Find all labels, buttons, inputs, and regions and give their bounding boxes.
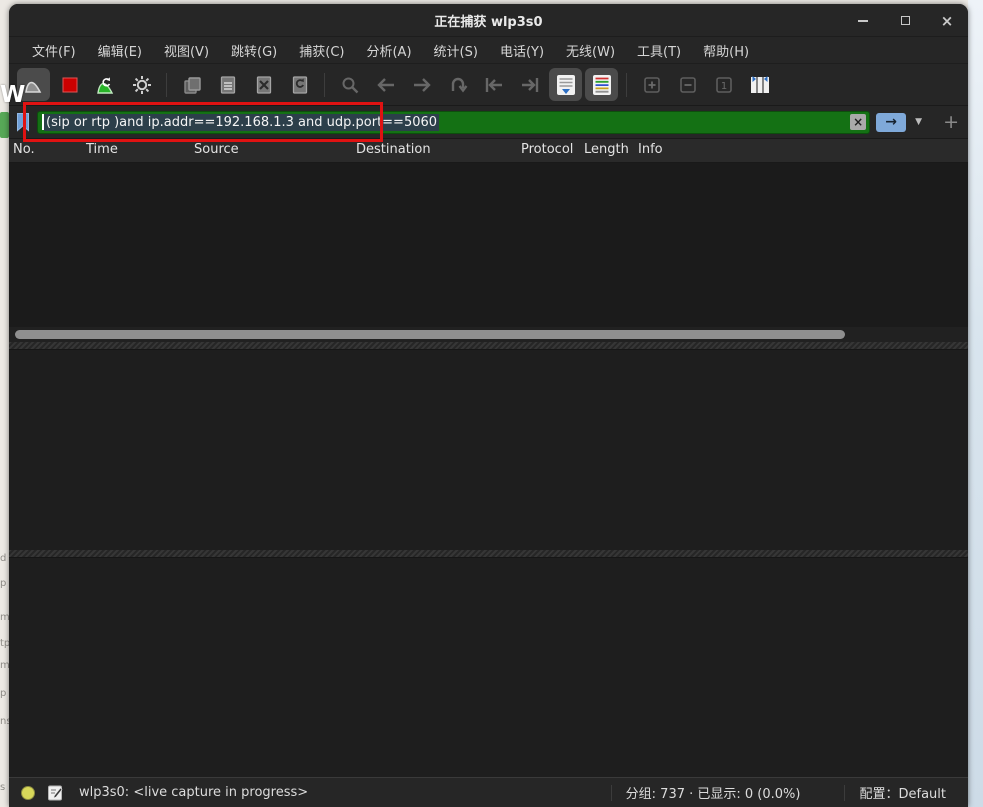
menu-wireless[interactable]: 无线(W) [557, 39, 624, 62]
add-filter-button[interactable]: + [943, 113, 959, 132]
menu-help[interactable]: 帮助(H) [694, 39, 758, 62]
menu-statistics[interactable]: 统计(S) [425, 39, 487, 62]
resize-columns-icon[interactable] [743, 68, 776, 101]
reload-file-icon[interactable] [283, 68, 316, 101]
column-no[interactable]: No. [13, 142, 35, 157]
wireshark-window: 正在捕获 wlp3s0 × 文件(F) 编辑(E) 视图(V) 跳转(G) 捕获… [9, 4, 968, 807]
expert-info-icon[interactable] [21, 786, 35, 800]
menu-capture[interactable]: 捕获(C) [290, 39, 353, 62]
go-to-packet-icon[interactable] [441, 68, 474, 101]
column-source[interactable]: Source [194, 142, 239, 157]
background-text-fragment: W [0, 82, 25, 108]
restart-capture-icon[interactable] [89, 68, 122, 101]
go-last-icon[interactable] [513, 68, 546, 101]
menu-go[interactable]: 跳转(G) [222, 39, 286, 62]
colorize-packets-icon[interactable] [585, 68, 618, 101]
profile-label: 配置： [859, 787, 898, 802]
menu-tools[interactable]: 工具(T) [628, 39, 690, 62]
profile-status[interactable]: 配置：Default [859, 783, 946, 802]
find-packet-icon[interactable] [333, 68, 366, 101]
toolbar-separator [626, 73, 627, 97]
stop-capture-icon[interactable] [53, 68, 86, 101]
menu-telephony[interactable]: 电话(Y) [491, 39, 553, 62]
zoom-out-icon[interactable] [671, 68, 704, 101]
packet-counts: 分组: 737 · 已显示: 0 (0.0%) [626, 783, 801, 802]
menu-file[interactable]: 文件(F) [23, 39, 85, 62]
apply-filter-icon[interactable]: → [876, 113, 906, 132]
main-toolbar: 1 [9, 64, 968, 106]
clear-filter-icon[interactable]: × [850, 114, 866, 130]
zoom-in-icon[interactable] [635, 68, 668, 101]
menu-view[interactable]: 视图(V) [155, 39, 218, 62]
open-file-icon[interactable] [175, 68, 208, 101]
menu-bar: 文件(F) 编辑(E) 视图(V) 跳转(G) 捕获(C) 分析(A) 统计(S… [9, 37, 968, 64]
capture-status-text: wlp3s0: <live capture in progress> [79, 785, 308, 800]
statusbar-separator [844, 785, 845, 801]
packet-details-pane [9, 349, 968, 550]
minimize-button[interactable] [854, 12, 872, 30]
pane-splitter[interactable] [9, 342, 968, 349]
horizontal-scrollbar[interactable] [9, 327, 968, 342]
column-info[interactable]: Info [638, 142, 663, 157]
go-first-icon[interactable] [477, 68, 510, 101]
packet-bytes-pane [9, 557, 968, 777]
menu-analyze[interactable]: 分析(A) [357, 39, 420, 62]
go-back-icon[interactable] [369, 68, 402, 101]
save-file-icon[interactable] [211, 68, 244, 101]
svg-text:1: 1 [720, 81, 726, 92]
zoom-original-icon[interactable]: 1 [707, 68, 740, 101]
display-filter-bar: (sip or rtp )and ip.addr==192.168.1.3 an… [9, 106, 968, 139]
toolbar-separator [166, 73, 167, 97]
auto-scroll-icon[interactable] [549, 68, 582, 101]
maximize-button[interactable] [896, 12, 914, 30]
close-file-icon[interactable] [247, 68, 280, 101]
toolbar-separator [324, 73, 325, 97]
go-forward-icon[interactable] [405, 68, 438, 101]
packet-list-header: No. Time Source Destination Protocol Len… [9, 139, 968, 163]
title-bar[interactable]: 正在捕获 wlp3s0 × [9, 4, 968, 37]
column-protocol[interactable]: Protocol [521, 142, 573, 157]
column-length[interactable]: Length [584, 142, 629, 157]
capture-options-icon[interactable] [125, 68, 158, 101]
close-button[interactable]: × [938, 12, 956, 30]
background-green-fragment [0, 112, 9, 138]
filter-dropdown-icon[interactable]: ▼ [912, 117, 925, 127]
filter-expression: (sip or rtp )and ip.addr==192.168.1.3 an… [44, 114, 439, 131]
column-time[interactable]: Time [86, 142, 118, 157]
profile-value: Default [899, 787, 947, 802]
pane-splitter[interactable] [9, 550, 968, 557]
background-window-left-strip: d p m tp m p ns s [0, 0, 9, 807]
statusbar-separator [611, 785, 612, 801]
display-filter-input[interactable]: (sip or rtp )and ip.addr==192.168.1.3 an… [37, 111, 870, 134]
column-destination[interactable]: Destination [356, 142, 431, 157]
scrollbar-thumb[interactable] [15, 330, 845, 339]
filter-bookmark-icon[interactable] [15, 112, 31, 132]
menu-edit[interactable]: 编辑(E) [89, 39, 151, 62]
desktop-right-strip [968, 0, 983, 807]
packet-list-pane [9, 163, 968, 327]
status-bar: wlp3s0: <live capture in progress> 分组: 7… [9, 777, 968, 807]
capture-comment-icon[interactable] [47, 784, 63, 802]
window-title: 正在捕获 wlp3s0 [9, 11, 968, 30]
